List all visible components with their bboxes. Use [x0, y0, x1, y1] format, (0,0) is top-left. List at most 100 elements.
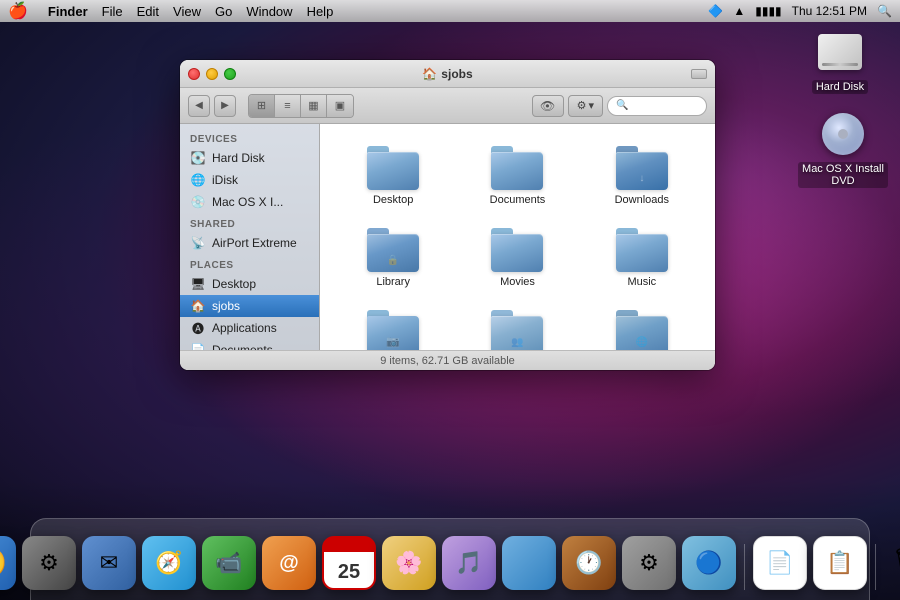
menubar-go[interactable]: Go [215, 4, 232, 19]
sidebar-item-airport[interactable]: 📡 AirPort Extreme [180, 232, 319, 254]
sidebar-item-desktop[interactable]: 🖥 Desktop [180, 273, 319, 295]
menubar: 🍎 Finder File Edit View Go Window Help 🔷… [0, 0, 900, 22]
hard-disk-icon[interactable]: Hard Disk [800, 28, 880, 94]
sites-folder-icon: 🌐 [616, 310, 668, 350]
back-button[interactable]: ◀ [188, 95, 210, 117]
dock-item-sysprefs[interactable]: ⚙ [622, 536, 676, 590]
dock-item-finder[interactable]: 🙂 [0, 536, 16, 590]
action-button[interactable]: ⚙ ▾ [568, 95, 603, 117]
dock-item-itunes[interactable]: 🎵 [442, 536, 496, 590]
list-item[interactable]: Desktop [336, 140, 450, 212]
list-item[interactable]: 📷 Pictures [336, 304, 450, 350]
dock-item-pdf1[interactable]: 📄 [753, 536, 807, 590]
forward-button[interactable]: ▶ [214, 95, 236, 117]
menubar-left: 🍎 Finder File Edit View Go Window Help [8, 1, 333, 21]
list-item[interactable]: 🔒 Library [336, 222, 450, 294]
movies-label: Movies [500, 276, 535, 288]
downloads-label: Downloads [615, 194, 669, 206]
sidebar-hardisk-label: Hard Disk [212, 151, 265, 165]
sidebar-item-sjobs[interactable]: 🏠 sjobs [180, 295, 319, 317]
status-bar: 9 items, 62.71 GB available [180, 350, 715, 370]
search-icon[interactable]: 🔍 [877, 4, 892, 18]
desktop-folder-icon [367, 146, 419, 190]
folder-body: 🔒 [367, 234, 419, 272]
bluetooth-icon: 🔷 [708, 4, 723, 18]
sidebar-item-idisk[interactable]: 🌐 iDisk [180, 169, 319, 191]
cover-flow-button[interactable]: ▣ [327, 95, 353, 117]
sidebar-item-documents[interactable]: 📄 Documents [180, 339, 319, 350]
iphoto-dock-icon: 🌸 [382, 536, 436, 590]
dock-item-mail[interactable]: ✉ [82, 536, 136, 590]
desktop-label: Desktop [373, 194, 413, 206]
status-text: 9 items, 62.71 GB available [380, 355, 515, 367]
search-box[interactable]: 🔍 [607, 96, 707, 116]
menubar-finder[interactable]: Finder [48, 4, 88, 19]
menubar-file[interactable]: File [102, 4, 123, 19]
remote-dock-icon: 🔵 [682, 536, 736, 590]
quick-look-button[interactable]: 👁 [532, 95, 564, 117]
pdf1-dock-icon: 📄 [753, 536, 807, 590]
desktop: 🍎 Finder File Edit View Go Window Help 🔷… [0, 0, 900, 600]
dvd-icon[interactable]: Mac OS X Install DVD [798, 110, 888, 188]
folder-body: ↓ [616, 152, 668, 190]
download-overlay: ↓ [639, 173, 644, 184]
finder-window: 🏠 sjobs ◀ ▶ ⊞ ≡ ▦ ▣ 👁 ⚙ ▾ 🔍 [180, 60, 715, 370]
action-chevron: ▾ [588, 99, 594, 112]
list-item[interactable]: 👥 Public [460, 304, 574, 350]
collapse-button[interactable] [691, 69, 707, 79]
list-item[interactable]: ↓ Downloads [585, 140, 699, 212]
expose-dock-icon [502, 536, 556, 590]
list-item[interactable]: Movies [460, 222, 574, 294]
content-area: Desktop Documents ↓ [320, 124, 715, 350]
window-title-icon: 🏠 [422, 67, 437, 81]
documents-folder-icon [491, 146, 543, 190]
public-folder-icon: 👥 [491, 310, 543, 350]
menubar-view[interactable]: View [173, 4, 201, 19]
dvd-img [819, 110, 867, 158]
sidebar-item-dvd[interactable]: 💿 Mac OS X I... [180, 191, 319, 213]
dock-item-address[interactable]: @ [262, 536, 316, 590]
menubar-window[interactable]: Window [246, 4, 292, 19]
facetime-dock-icon: 📹 [202, 536, 256, 590]
library-label: Library [376, 276, 410, 288]
dock-item-iphoto[interactable]: 🌸 [382, 536, 436, 590]
search-magnifier: 🔍 [616, 100, 628, 111]
dock-items: 🙂 ⚙ ✉ 🧭 📹 @ [0, 536, 900, 596]
dock: 🙂 ⚙ ✉ 🧭 📹 @ [0, 510, 900, 600]
list-item[interactable]: Documents [460, 140, 574, 212]
dock-item-remote[interactable]: 🔵 [682, 536, 736, 590]
dock-item-system[interactable]: ⚙ [22, 536, 76, 590]
minimize-button[interactable] [206, 68, 218, 80]
dock-item-trash[interactable]: 🗑 [884, 536, 900, 590]
dock-item-pdf2[interactable]: 📋 [813, 536, 867, 590]
hard-disk-img [816, 28, 864, 76]
dock-item-safari[interactable]: 🧭 [142, 536, 196, 590]
maximize-button[interactable] [224, 68, 236, 80]
dock-item-expose[interactable] [502, 536, 556, 590]
icon-view-button[interactable]: ⊞ [249, 95, 275, 117]
list-item[interactable]: 🌐 Sites [585, 304, 699, 350]
dock-item-facetime[interactable]: 📹 [202, 536, 256, 590]
menubar-edit[interactable]: Edit [137, 4, 159, 19]
hard-disk-label: Hard Disk [812, 80, 868, 94]
hd-shape [818, 34, 862, 70]
address-dock-icon: @ [262, 536, 316, 590]
finder-dock-icon: 🙂 [0, 536, 16, 590]
traffic-lights [188, 68, 236, 80]
sidebar-item-hardisk[interactable]: 💽 Hard Disk [180, 147, 319, 169]
apps-sidebar-icon: 🅐 [190, 320, 206, 336]
downloads-folder-icon: ↓ [616, 146, 668, 190]
menubar-help[interactable]: Help [307, 4, 334, 19]
sidebar-item-applications[interactable]: 🅐 Applications [180, 317, 319, 339]
dock-item-ical[interactable]: 25 [322, 536, 376, 590]
title-bar: 🏠 sjobs [180, 60, 715, 88]
close-button[interactable] [188, 68, 200, 80]
list-item[interactable]: Music [585, 222, 699, 294]
folder-body [367, 152, 419, 190]
hd-sidebar-icon: 💽 [190, 150, 206, 166]
apple-menu[interactable]: 🍎 [8, 1, 28, 21]
column-view-button[interactable]: ▦ [301, 95, 327, 117]
ical-date: 25 [338, 561, 360, 584]
dock-item-timemachine[interactable]: 🕐 [562, 536, 616, 590]
list-view-button[interactable]: ≡ [275, 95, 301, 117]
